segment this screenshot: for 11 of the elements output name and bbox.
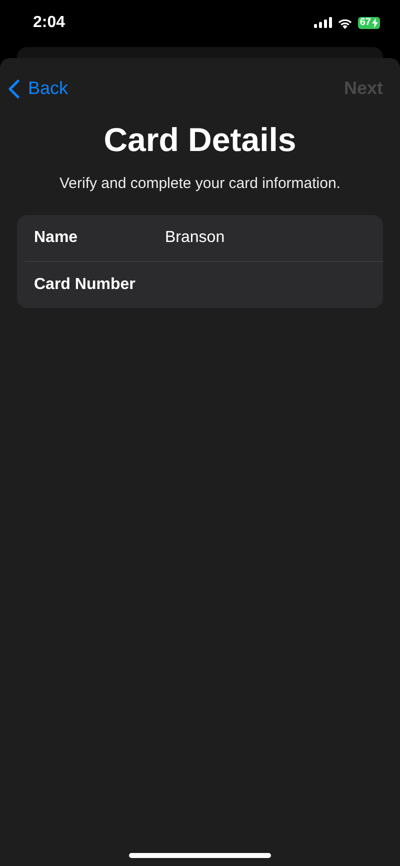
chevron-left-icon (8, 78, 20, 98)
input-field[interactable]: Branson (165, 227, 373, 249)
page-subtitle: Verify and complete your card information. (60, 175, 340, 192)
field-label: Card Number (34, 276, 136, 294)
field-label: Name (34, 229, 79, 247)
back-button[interactable]: Back (8, 76, 68, 101)
status-time: 2:04 (33, 14, 66, 32)
signal-icon (314, 17, 332, 28)
page-title: Card Details (104, 121, 296, 159)
wifi-icon (336, 16, 353, 28)
battery-indicator: 67 (358, 16, 380, 28)
